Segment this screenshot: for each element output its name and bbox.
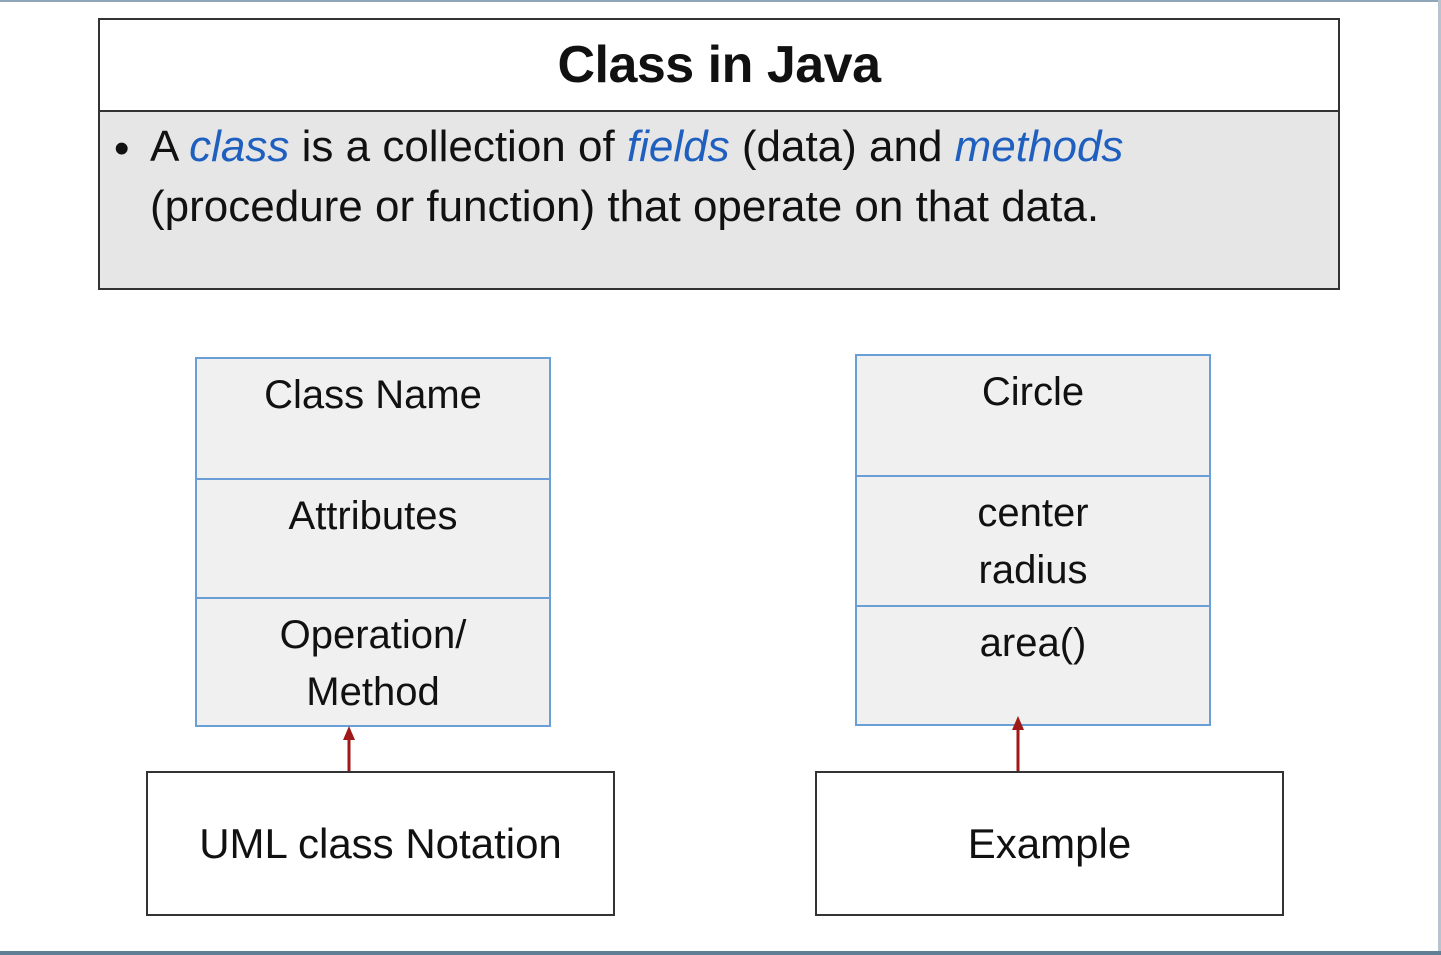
example-label-box: Example [815,771,1284,916]
example-label: Example [967,819,1132,867]
uml-notation-label-box: UML class Notation [146,771,615,916]
uml-notation-label: UML class Notation [199,819,562,867]
uml-notation-arrow [343,726,355,771]
example-arrow [1012,716,1024,771]
